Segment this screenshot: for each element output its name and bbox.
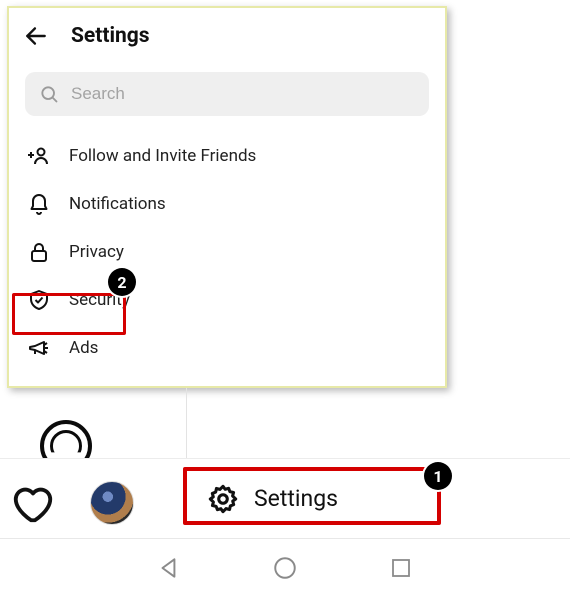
avatar[interactable] bbox=[90, 481, 134, 525]
menu-item-notifications[interactable]: Notifications bbox=[13, 180, 441, 228]
search-input[interactable] bbox=[71, 84, 415, 104]
menu-item-ads[interactable]: Ads bbox=[13, 324, 441, 372]
menu-item-label: Follow and Invite Friends bbox=[69, 146, 256, 166]
menu-item-label: Notifications bbox=[69, 194, 166, 214]
settings-button-label: Settings bbox=[254, 485, 338, 512]
page-title: Settings bbox=[71, 24, 150, 48]
menu-item-label: Privacy bbox=[69, 242, 124, 262]
settings-menu: Follow and Invite Friends Notifications … bbox=[9, 132, 445, 372]
system-nav-bar bbox=[0, 538, 570, 596]
settings-panel: Settings Follow and Invite Friends Notif… bbox=[7, 6, 447, 388]
add-user-icon bbox=[27, 144, 51, 168]
settings-button[interactable]: Settings bbox=[200, 474, 344, 524]
bell-icon bbox=[27, 192, 51, 216]
heart-icon[interactable] bbox=[10, 480, 56, 526]
bottom-toolbar: Settings bbox=[0, 458, 570, 538]
nav-recents-button[interactable] bbox=[387, 554, 415, 582]
lock-icon bbox=[27, 240, 51, 264]
shield-check-icon bbox=[27, 288, 51, 312]
search-icon bbox=[39, 84, 59, 104]
gear-icon bbox=[206, 482, 240, 516]
nav-home-button[interactable] bbox=[271, 554, 299, 582]
panel-header: Settings bbox=[9, 8, 445, 64]
menu-item-label: Security bbox=[69, 290, 130, 310]
back-button[interactable] bbox=[23, 23, 49, 49]
megaphone-icon bbox=[27, 336, 51, 360]
menu-item-privacy[interactable]: Privacy bbox=[13, 228, 441, 276]
menu-item-security[interactable]: Security bbox=[13, 276, 441, 324]
search-bar[interactable] bbox=[25, 72, 429, 116]
vertical-divider bbox=[186, 388, 187, 458]
arrow-left-icon bbox=[23, 23, 49, 49]
menu-item-label: Ads bbox=[69, 338, 98, 358]
menu-item-follow-invite[interactable]: Follow and Invite Friends bbox=[13, 132, 441, 180]
nav-back-button[interactable] bbox=[155, 554, 183, 582]
